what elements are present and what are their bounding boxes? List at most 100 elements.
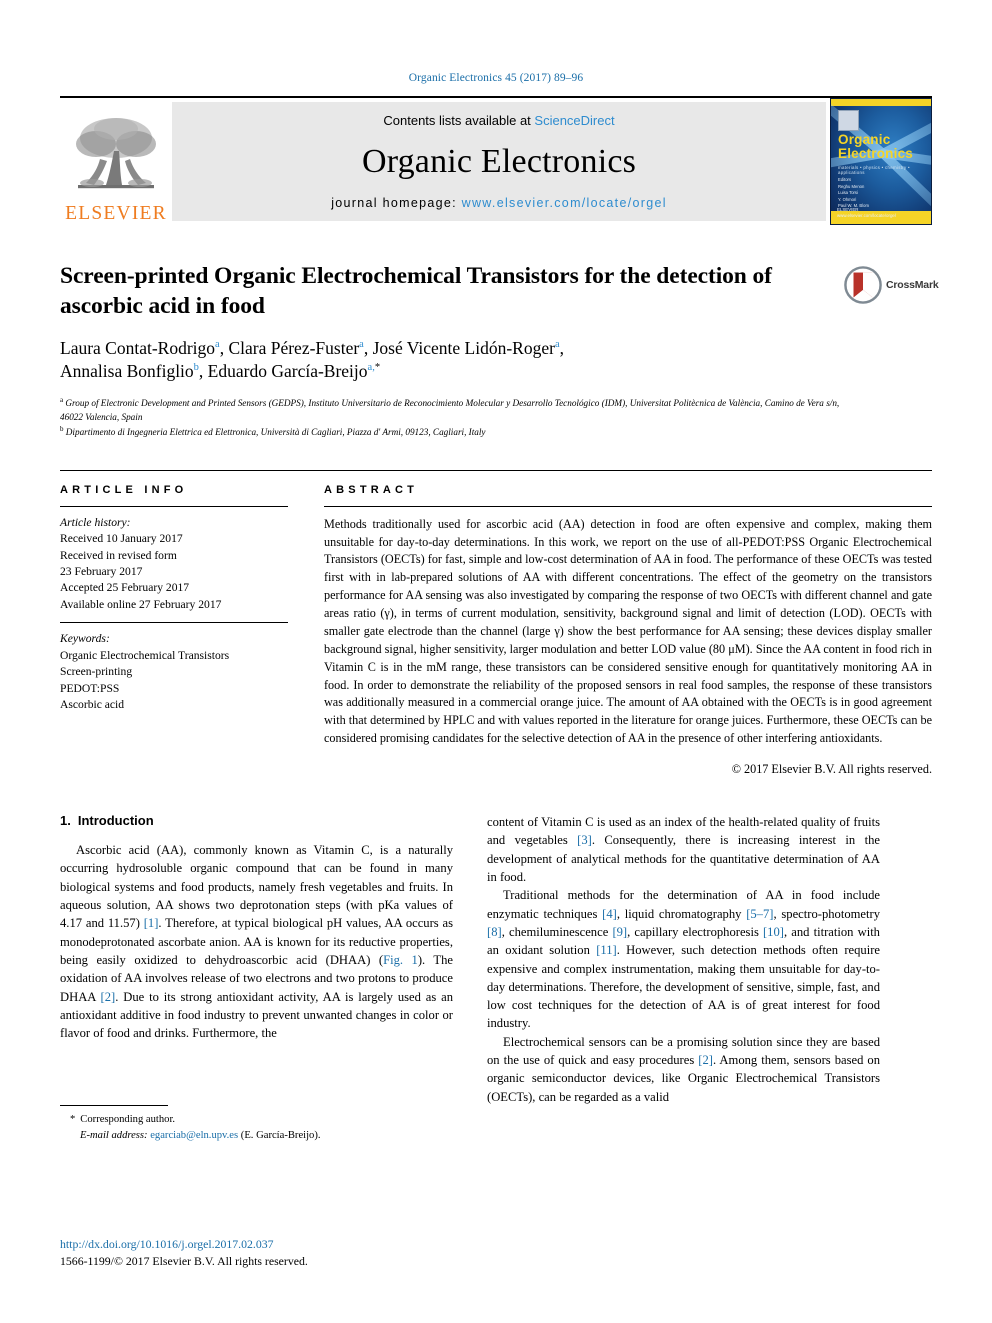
abstract-column: ABSTRACT Methods traditionally used for …: [324, 471, 932, 777]
text-run: , capillary electrophoresis: [627, 924, 763, 939]
affiliation-a-text: Group of Electronic Development and Prin…: [60, 397, 840, 423]
abstract-text: Methods traditionally used for ascorbic …: [324, 516, 932, 746]
cover-title-line2: Electronics: [838, 145, 913, 161]
journal-cover-image: Organic Electronics materials • physics …: [830, 98, 932, 225]
crossmark-label: CrossMark: [886, 279, 939, 291]
cover-title: Organic Electronics: [838, 133, 925, 161]
info-abstract-region: ARTICLE INFO Article history: Received 1…: [60, 469, 932, 777]
sciencedirect-link[interactable]: ScienceDirect: [534, 113, 614, 128]
keywords-label: Keywords:: [60, 632, 110, 646]
article-info-heading: ARTICLE INFO: [60, 483, 188, 496]
section-number: 1.: [60, 813, 71, 829]
history-item: Received 10 January 2017: [60, 532, 183, 546]
keyword-item: PEDOT:PSS: [60, 681, 120, 695]
email-label: E-mail address:: [80, 1129, 148, 1141]
masthead-center: Contents lists available at ScienceDirec…: [172, 102, 826, 221]
citation-link[interactable]: [8]: [487, 925, 502, 939]
author-affiliation-marker: a: [554, 339, 560, 351]
author-affiliation-marker: a,: [367, 362, 375, 374]
elsevier-logo: ELSEVIER: [60, 98, 172, 225]
running-head: Organic Electronics 45 (2017) 89–96: [408, 72, 584, 84]
crossmark-badge[interactable]: CrossMark: [844, 265, 939, 305]
intro-paragraph-2: Traditional methods for the determinatio…: [487, 886, 880, 1033]
affiliations: a Group of Electronic Development and Pr…: [60, 395, 850, 440]
abstract-heading: ABSTRACT: [324, 483, 419, 496]
cover-title-line1: Organic: [838, 132, 891, 147]
keywords-list: Keywords: Organic Electrochemical Transi…: [60, 623, 288, 713]
citation-link[interactable]: [1]: [144, 916, 159, 930]
journal-homepage-line: journal homepage: www.elsevier.com/locat…: [331, 196, 667, 210]
affiliation-a-marker: a: [60, 395, 64, 404]
elsevier-wordmark: ELSEVIER: [65, 202, 167, 224]
text-run: , spectro-photometry: [773, 906, 881, 921]
citation-link[interactable]: [9]: [612, 925, 627, 939]
keyword-item: Screen-printing: [60, 665, 133, 679]
issn-copyright: 1566-1199/© 2017 Elsevier B.V. All right…: [60, 1253, 308, 1268]
email-link[interactable]: egarciab@eln.upv.es: [150, 1130, 238, 1141]
cover-publisher-logo: [838, 110, 859, 131]
citation-link[interactable]: [2]: [698, 1053, 713, 1067]
footnote-marker: *: [70, 1114, 76, 1126]
body-column-left: 1. Introduction Ascorbic acid (AA), commo…: [60, 813, 453, 1143]
citation-link[interactable]: [11]: [596, 943, 617, 957]
footnote-corresponding: Corresponding author.: [80, 1114, 176, 1126]
author-affiliation-marker: a: [215, 339, 220, 351]
citation-link[interactable]: [10]: [763, 925, 784, 939]
author-name: Annalisa Bonfiglio: [60, 361, 194, 382]
author-name: Laura Contat-Rodrigo: [60, 337, 216, 358]
contents-prefix: Contents lists available at: [383, 113, 535, 128]
cover-footer: ELSEVIER www.elsevier.com/locate/orgel: [837, 206, 896, 218]
body-column-right: content of Vitamin C is used as an index…: [487, 813, 880, 1143]
page-footer: http://dx.doi.org/10.1016/j.orgel.2017.0…: [60, 1236, 308, 1270]
author-affiliation-marker: b: [193, 362, 199, 374]
doi-link[interactable]: http://dx.doi.org/10.1016/j.orgel.2017.0…: [60, 1236, 308, 1253]
history-item: Accepted 25 February 2017: [60, 581, 190, 595]
email-owner: (E. García-Breijo).: [240, 1129, 321, 1141]
article-history: Article history: Received 10 January 201…: [60, 507, 288, 614]
history-item: Received in revised form: [60, 548, 177, 562]
figure-link[interactable]: Fig. 1: [383, 953, 418, 967]
history-item: 23 February 2017: [60, 565, 143, 578]
corresponding-author-footnote: * Corresponding author. E-mail address: e…: [60, 1105, 453, 1143]
journal-masthead: ELSEVIER Contents lists available at Sci…: [60, 96, 932, 225]
affiliation-b: b Dipartimento di Ingegneria Elettrica e…: [60, 424, 850, 439]
affiliation-b-marker: b: [60, 425, 64, 434]
intro-paragraph-1: Ascorbic acid (AA), commonly known as Vi…: [60, 841, 453, 1042]
contents-lists-line: Contents lists available at ScienceDirec…: [383, 113, 614, 128]
footnote-email-line: E-mail address: egarciab@eln.upv.es (E. …: [70, 1128, 453, 1143]
elsevier-tree-icon: [76, 117, 156, 188]
article-info-column: ARTICLE INFO Article history: Received 1…: [60, 471, 288, 777]
text-run: , liquid chromatography: [616, 906, 747, 921]
keyword-item: Ascorbic acid: [60, 698, 125, 712]
text-run: , chemiluminescence: [501, 924, 613, 939]
journal-title: Organic Electronics: [361, 143, 637, 180]
intro-paragraph-continued: content of Vitamin C is used as an index…: [487, 813, 880, 886]
corresponding-author-marker: *: [374, 362, 381, 374]
citation-link[interactable]: [3]: [577, 833, 592, 847]
abstract-copyright: © 2017 Elsevier B.V. All rights reserved…: [731, 762, 932, 777]
keyword-item: Organic Electrochemical Transistors: [60, 648, 230, 662]
citation-link[interactable]: [5–7]: [746, 907, 773, 921]
footnote-divider: [60, 1105, 168, 1107]
cover-subtitle: materials • physics • chemistry • applic…: [838, 165, 910, 175]
author-name: José Vicente Lidón-Roger: [372, 337, 555, 358]
history-item: Available online 27 February 2017: [60, 597, 222, 611]
title-block: CrossMark Screen-printed Organic Electro…: [60, 261, 939, 440]
author-name: Clara Pérez-Fuster: [228, 337, 360, 358]
author-list: Laura Contat-Rodrigo a, Clara Pérez-Fuste…: [60, 337, 564, 382]
crossmark-icon: [844, 266, 882, 304]
footnote-text: * Corresponding author. E-mail address: e…: [60, 1112, 453, 1143]
article-history-label: Article history:: [60, 515, 131, 529]
homepage-prefix: journal homepage:: [331, 196, 462, 210]
affiliation-b-text: Dipartimento di Ingegneria Elettrica ed …: [65, 427, 486, 438]
author-affiliation-marker: a: [359, 339, 364, 351]
affiliation-a: a Group of Electronic Development and Pr…: [60, 395, 850, 425]
citation-link[interactable]: [2]: [101, 990, 116, 1004]
cover-top-bar: [831, 99, 931, 106]
text-run: . Due to its strong antioxidant activity…: [60, 989, 453, 1041]
intro-paragraph-3: Electrochemical sensors can be a promisi…: [487, 1033, 880, 1106]
body-columns: 1. Introduction Ascorbic acid (AA), commo…: [60, 813, 932, 1143]
citation-link[interactable]: [4]: [602, 907, 617, 921]
journal-homepage-link[interactable]: www.elsevier.com/locate/orgel: [462, 196, 667, 210]
paper-page: Organic Electronics 45 (2017) 89–96 ELSE…: [0, 0, 992, 1323]
